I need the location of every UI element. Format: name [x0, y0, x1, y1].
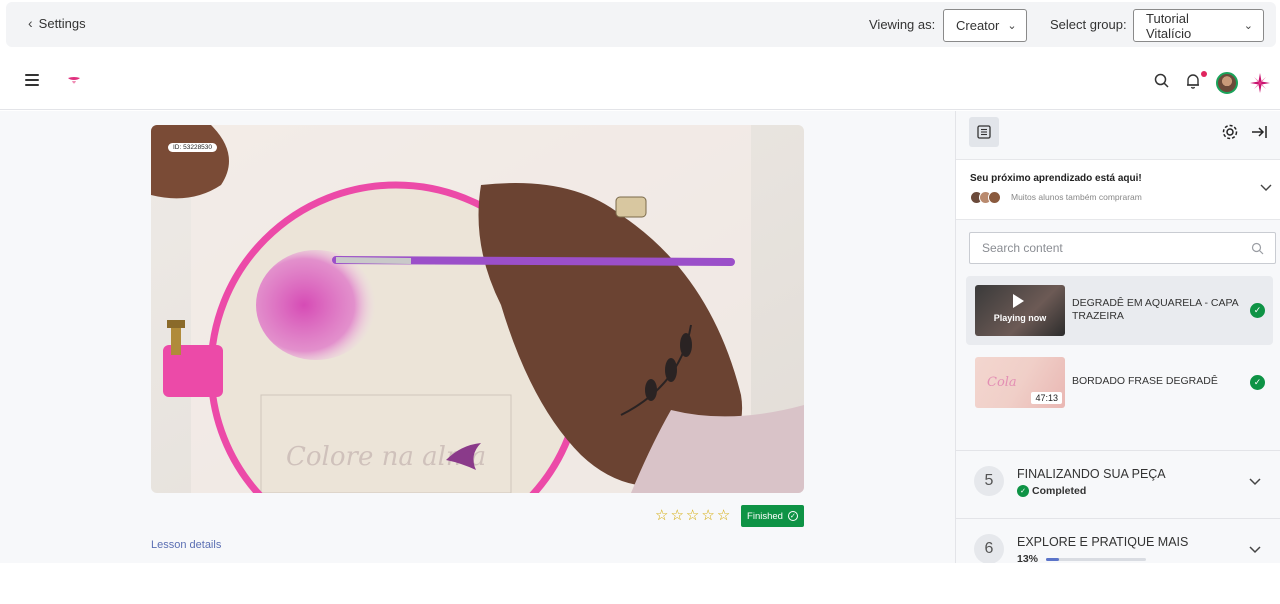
finished-label: Finished	[747, 510, 783, 522]
star-icon[interactable]: ☆	[701, 508, 714, 524]
star-icon[interactable]: ☆	[670, 508, 683, 524]
search-content-box	[969, 232, 1276, 264]
module-title: EXPLORE E PRATIQUE MAIS	[1017, 535, 1189, 549]
select-group-select[interactable]: Tutorial Vitalício ⌄	[1133, 9, 1264, 42]
star-icon[interactable]: ☆	[655, 508, 668, 524]
lesson-thumbnail: Playing now	[975, 285, 1065, 336]
select-group-value: Tutorial Vitalício	[1146, 10, 1192, 41]
module-status: ✓ Completed	[1017, 485, 1086, 497]
back-label: Settings	[38, 15, 86, 31]
module-number: 5	[974, 466, 1004, 496]
chevron-down-icon[interactable]	[1247, 473, 1263, 489]
table-of-contents-button[interactable]	[969, 117, 999, 147]
playing-now-label: Playing now	[993, 313, 1047, 323]
next-learning-card[interactable]: Seu próximo aprendizado está aqui! Muito…	[956, 159, 1280, 220]
check-circle-icon: ✓	[787, 511, 798, 521]
module-item[interactable]: 5 FINALIZANDO SUA PEÇA ✓ Completed	[956, 450, 1280, 518]
finished-button[interactable]: Finished ✓	[741, 505, 804, 527]
module-progress: 13%	[1017, 553, 1147, 563]
module-status-label: Completed	[1032, 485, 1087, 497]
notification-dot	[1201, 71, 1207, 77]
collapse-sidebar-icon[interactable]	[1250, 123, 1268, 141]
lesson-item-active[interactable]: Playing now DEGRADÊ EM AQUARELA - CAPA T…	[966, 276, 1273, 345]
star-icon[interactable]: ☆	[686, 508, 699, 524]
lesson-duration: 47:13	[1031, 392, 1062, 404]
lesson-thumbnail: Cola 47:13	[975, 357, 1065, 408]
brand-star-icon[interactable]	[1250, 73, 1270, 93]
progress-bar	[1046, 557, 1147, 561]
chevron-down-icon[interactable]	[1247, 541, 1263, 557]
lesson-details-link[interactable]: Lesson details	[151, 539, 221, 551]
check-circle-icon: ✓	[1250, 375, 1265, 390]
student-avatars	[970, 191, 1006, 205]
next-learning-title: Seu próximo aprendizado está aqui!	[970, 173, 1142, 184]
list-icon	[977, 125, 991, 139]
search-icon[interactable]	[1153, 72, 1171, 90]
next-learning-subtitle: Muitos alunos também compraram	[1011, 192, 1142, 202]
chevron-down-icon[interactable]	[1259, 180, 1273, 194]
viewing-as-value: Creator	[956, 18, 1000, 33]
gear-icon[interactable]	[1221, 123, 1239, 141]
logo-icon[interactable]	[66, 74, 82, 88]
app-header	[0, 54, 1280, 110]
lesson-title: DEGRADÊ EM AQUARELA - CAPA TRAZEIRA	[1072, 297, 1239, 322]
course-sidebar: Seu próximo aprendizado está aqui! Muito…	[955, 111, 1280, 563]
search-content-input[interactable]	[970, 233, 1230, 263]
lesson-title: BORDADO FRASE DEGRADÊ	[1072, 375, 1218, 387]
main-content: Colore na alma ID: 53228530 ☆ ☆ ☆ ☆ ☆ Fi…	[0, 111, 955, 563]
avatar[interactable]	[1216, 72, 1238, 94]
back-to-settings-link[interactable]: ‹ Settings	[28, 15, 86, 31]
chevron-down-icon: ⌄	[1007, 20, 1017, 32]
module-number: 6	[974, 534, 1004, 563]
chevron-left-icon: ‹	[28, 15, 33, 31]
bell-icon[interactable]	[1184, 72, 1202, 90]
video-id-badge: ID: 53228530	[168, 143, 218, 152]
lesson-rating[interactable]: ☆ ☆ ☆ ☆ ☆	[655, 508, 730, 524]
select-group-label: Select group:	[1050, 17, 1127, 32]
check-circle-icon: ✓	[1017, 485, 1029, 497]
thumbnail-script: Cola	[987, 375, 1017, 390]
module-title: FINALIZANDO SUA PEÇA	[1017, 467, 1166, 481]
viewing-as-select[interactable]: Creator ⌄	[943, 9, 1027, 42]
star-icon[interactable]: ☆	[717, 508, 730, 524]
video-player[interactable]: Colore na alma ID: 53228530	[151, 125, 804, 493]
check-circle-icon: ✓	[1250, 303, 1265, 318]
menu-icon[interactable]	[25, 74, 39, 86]
module-item[interactable]: 6 EXPLORE E PRATIQUE MAIS 13%	[956, 518, 1280, 563]
chevron-down-icon: ⌄	[1243, 20, 1253, 32]
play-icon	[1013, 294, 1024, 308]
search-icon[interactable]	[1251, 242, 1264, 255]
viewing-as-label: Viewing as:	[869, 17, 936, 32]
admin-bar: ‹ Settings Viewing as: Creator ⌄ Select …	[6, 2, 1276, 47]
module-progress-text: 13%	[1017, 553, 1039, 563]
progress-bar-fill	[1046, 557, 1060, 561]
lesson-item[interactable]: Cola 47:13 BORDADO FRASE DEGRADÊ ✓	[966, 348, 1273, 417]
